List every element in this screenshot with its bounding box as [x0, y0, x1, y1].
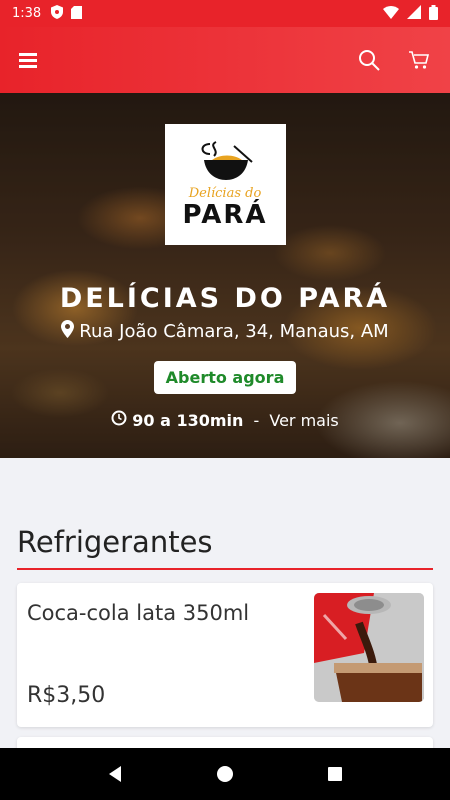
- home-icon[interactable]: [216, 765, 234, 783]
- restaurant-address: Rua João Câmara, 34, Manaus, AM: [61, 320, 389, 343]
- status-bar: 1:38: [0, 0, 450, 27]
- see-more-link[interactable]: Ver mais: [269, 411, 338, 430]
- logo-word-text: PARÁ: [182, 200, 268, 230]
- delivery-separator: -: [248, 410, 265, 430]
- address-text: Rua João Câmara, 34, Manaus, AM: [79, 321, 389, 342]
- section-title: Refrigerantes: [17, 525, 213, 559]
- recents-icon[interactable]: [327, 766, 343, 782]
- product-card[interactable]: Coca-cola lata 350ml R$3,50: [17, 583, 433, 727]
- delivery-time: 90 a 130min: [132, 410, 244, 430]
- section-divider: [17, 568, 433, 570]
- system-nav-bar: [0, 748, 450, 800]
- logo-script-text: Delícias do: [188, 186, 262, 201]
- search-icon[interactable]: [358, 49, 380, 71]
- product-image: [314, 593, 424, 702]
- signal-icon: [407, 5, 421, 22]
- restaurant-name: DELÍCIAS DO PARÁ: [59, 283, 391, 314]
- restaurant-logo: Delícias do PARÁ: [164, 124, 286, 245]
- shield-icon: [51, 5, 64, 22]
- location-pin-icon: [61, 320, 75, 343]
- restaurant-hero: Delícias do PARÁ DELÍCIAS DO PARÁ Rua Jo…: [0, 93, 450, 458]
- status-time: 1:38: [12, 6, 42, 21]
- clock-icon: [111, 410, 127, 430]
- app-bar: [0, 27, 450, 93]
- battery-icon: [429, 4, 438, 23]
- wifi-icon: [383, 5, 399, 22]
- sd-card-icon: [71, 5, 83, 22]
- product-name: Coca-cola lata 350ml: [27, 601, 250, 625]
- hamburger-menu-icon[interactable]: [16, 47, 42, 73]
- cart-icon[interactable]: [408, 50, 430, 70]
- cooking-pot-icon: [201, 141, 253, 180]
- back-icon[interactable]: [107, 765, 123, 783]
- delivery-info: 90 a 130min - Ver mais: [111, 410, 339, 430]
- open-status-badge[interactable]: Aberto agora: [153, 361, 297, 394]
- product-price: R$3,50: [27, 683, 106, 708]
